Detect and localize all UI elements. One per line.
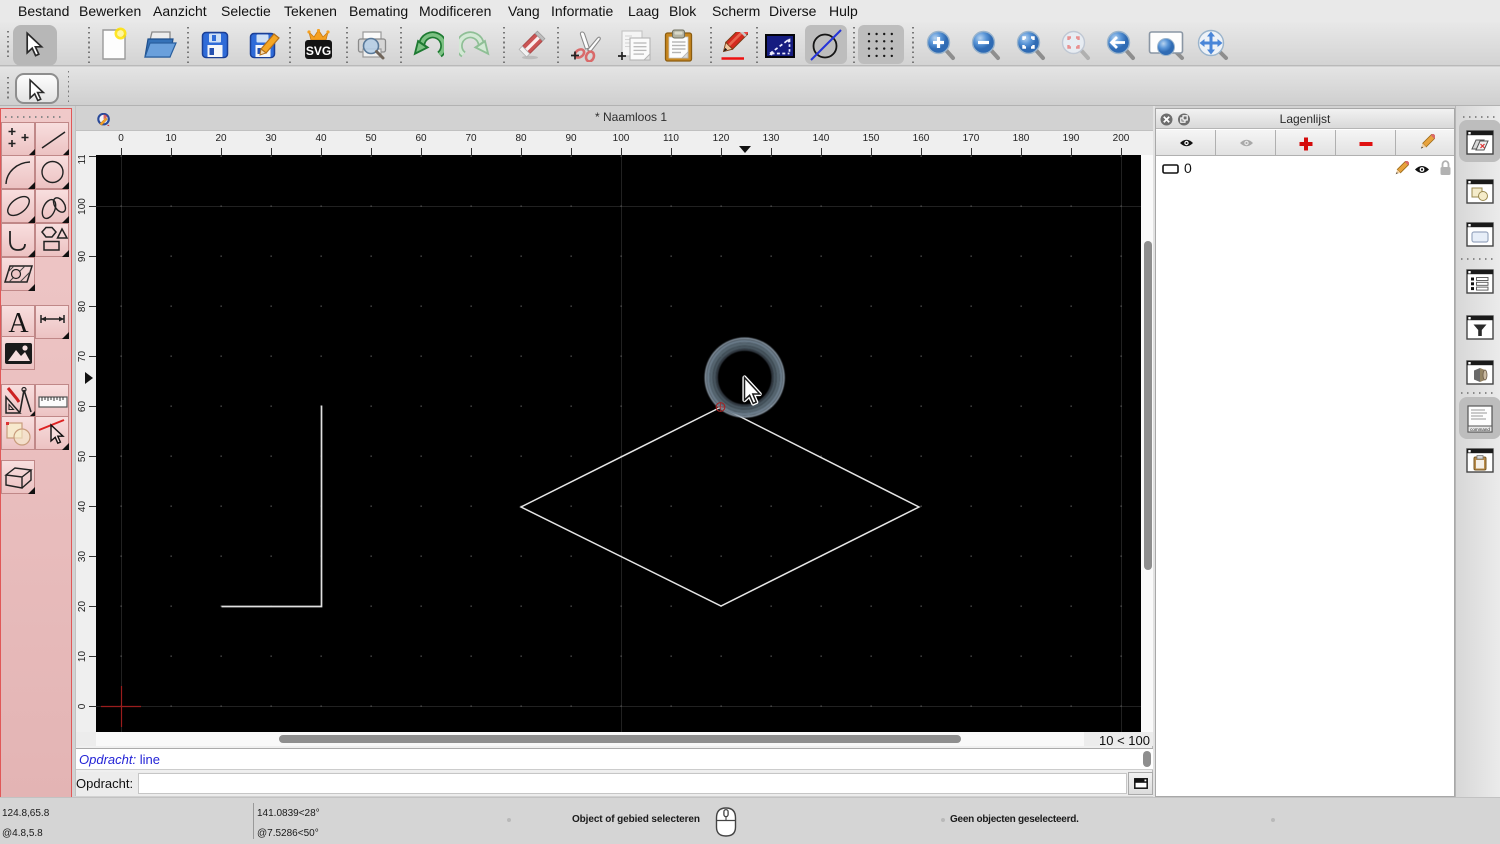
svg-text:0: 0: [77, 703, 88, 709]
svg-text:50: 50: [77, 451, 88, 463]
svg-text:90: 90: [77, 251, 88, 263]
svg-text:20: 20: [77, 601, 88, 613]
svg-text:40: 40: [77, 501, 88, 513]
svg-text:SVG: SVG: [306, 44, 331, 58]
svg-text:100: 100: [77, 198, 88, 215]
svg-text:10: 10: [77, 651, 88, 663]
svg-text:A: A: [8, 308, 29, 339]
svg-text:60: 60: [77, 401, 88, 413]
svg-text:70: 70: [77, 351, 88, 363]
svg-text:command: command: [1470, 426, 1490, 431]
svg-text:110: 110: [77, 155, 88, 164]
svg-text:30: 30: [77, 551, 88, 563]
svg-text:80: 80: [77, 301, 88, 313]
